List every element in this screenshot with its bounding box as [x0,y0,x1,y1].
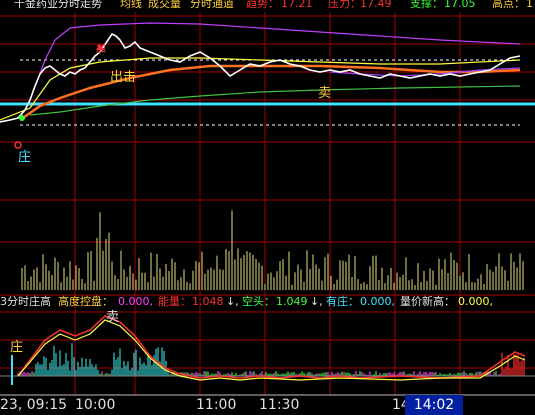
mai-label-bottom: 卖 [106,310,120,325]
jia-label: 加 [96,44,106,55]
ind-value-3: 1.049 [276,295,308,308]
ind-label-4: 有庄： [326,295,359,308]
high-label: 高点： [492,0,525,10]
ind-label-3: 空头： [242,295,275,308]
ind-label-1: 高度控盘： [58,295,113,308]
mai-label: 卖 [318,86,332,101]
support-value: 17.05 [444,0,476,10]
green-marker [19,115,25,121]
price-lines [0,22,521,149]
ind-value-4: 0.000, [360,295,395,308]
pressure-label: 压力： [328,0,361,10]
tab-channel[interactable]: 分时通道 [190,0,234,10]
indicator-panel [0,315,535,385]
intraday-chart[interactable] [0,0,535,415]
support-label: 支撑： [410,0,443,10]
time-1000: 10:00 [75,397,116,413]
zhuang-label-bottom: 庄 [10,340,24,355]
volume-bars [21,210,524,290]
ind-arrow-2: ↓, [226,295,239,308]
trend-value: 17.21 [281,0,313,10]
time-1100: 11:00 [196,397,237,413]
high-value: 1 [526,0,533,10]
ind-value-5: 0.000, [458,295,493,308]
zhuang-label-top: 庄 [18,150,32,165]
ind-value-2: 1.048 [192,295,224,308]
time-cursor[interactable]: 14:02 [405,395,463,415]
pressure-value: 17.49 [360,0,392,10]
tab-volume[interactable]: 成交量 [148,0,181,10]
chart-title: 千金药业分时走势 [14,0,102,10]
ind-value-1: 0.000, [118,295,153,308]
chuji-label: 出击 [110,70,137,85]
ind-label-5: 量价新高： [400,295,455,308]
time-start: 23, 09:15 [0,397,68,413]
avg-line [0,57,521,121]
ind-arrow-3: ↓, [310,295,323,308]
trend-label: 趋势： [246,0,279,10]
time-1130: 11:30 [259,397,300,413]
tab-ma[interactable]: 均线 [120,0,142,10]
ind-label-2: 能量： [158,295,191,308]
indicator-name: 3分时庄高 [0,295,51,308]
signal-marker [14,141,22,149]
